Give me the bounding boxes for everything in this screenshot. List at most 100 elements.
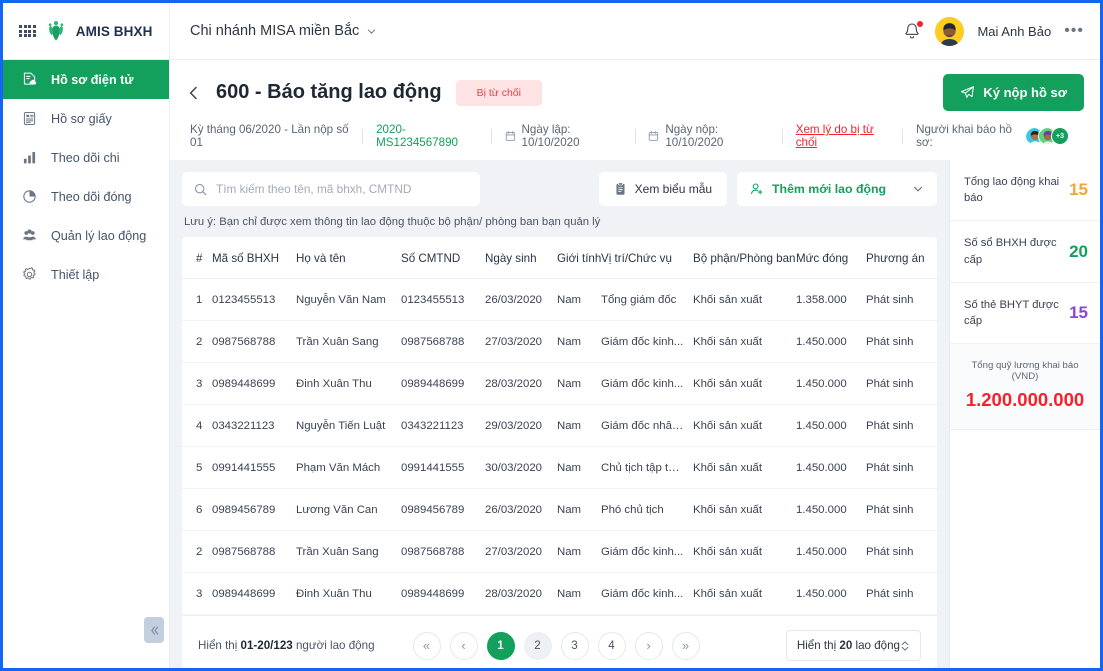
back-arrow-icon[interactable] xyxy=(186,85,202,101)
cell-dob: 26/03/2020 xyxy=(481,488,553,531)
cell-position: Chủ tịch tập toàn xyxy=(597,446,689,489)
title-row: 600 - Báo tăng lao động Bị từ chối Ký nộ… xyxy=(186,74,1084,111)
stat-label: Số thẻ BHYT được cấp xyxy=(964,298,1059,328)
cell-contribution: 1.450.000 xyxy=(792,320,862,363)
meta-row: Kỳ tháng 06/2020 - Lần nộp số 01 2020-MS… xyxy=(186,111,1084,160)
cell-dob: 26/03/2020 xyxy=(481,278,553,321)
table-row[interactable]: 3 0989448699 Đinh Xuân Thu 0989448699 28… xyxy=(182,572,937,615)
page-button-1[interactable]: 1 xyxy=(486,631,515,660)
sidebar-item-theo-doi-dong[interactable]: Theo dõi đóng xyxy=(3,177,169,216)
add-employee-label: Thêm mới lao động xyxy=(772,182,886,196)
gear-icon xyxy=(23,267,36,280)
avatar[interactable] xyxy=(935,16,965,46)
cell-position: Giám đốc nhân ... xyxy=(597,404,689,447)
page-size-select[interactable]: Hiển thị 20 lao động xyxy=(785,630,921,661)
stat-value: 15 xyxy=(1069,303,1088,323)
toolbar: Xem biểu mẫu Thêm mới lao động xyxy=(182,172,937,206)
cell-department: Khối sản xuất xyxy=(689,446,792,489)
cell-contribution: 1.450.000 xyxy=(792,530,862,573)
people-group-icon xyxy=(23,229,36,241)
branch-selector[interactable]: Chi nhánh MISA miền Bắc xyxy=(170,23,902,39)
cell-plan: Phát sinh xyxy=(862,404,937,447)
cell-bhxh: 0989448699 xyxy=(208,362,292,405)
brand-name: AMIS BHXH xyxy=(75,23,153,39)
search-box[interactable] xyxy=(182,172,480,206)
cell-position: Tổng giám đốc xyxy=(597,278,689,321)
cell-cmnd: 0989456789 xyxy=(397,488,481,531)
cell-bhxh: 0989456789 xyxy=(208,488,292,531)
salary-value: 1.200.000.000 xyxy=(965,389,1085,411)
table-row[interactable]: 2 0987568788 Trần Xuân Sang 0987568788 2… xyxy=(182,320,937,363)
sidebar-item-thiet-lap[interactable]: Thiết lập xyxy=(3,255,169,294)
pagination-controls: « ‹ 1 2 3 4 › » xyxy=(412,631,700,660)
search-icon xyxy=(194,183,207,195)
sidebar-item-label: Theo dõi chi xyxy=(51,150,120,165)
page-button-4[interactable]: 4 xyxy=(597,631,626,660)
meta-code-label: 2020-MS1234567890 xyxy=(376,123,458,149)
cell-bhxh: 0123455513 xyxy=(208,278,292,321)
cell-contribution: 1.450.000 xyxy=(792,572,862,615)
application-window: AMIS BHXH Chi nhánh MISA miền Bắc Mai An… xyxy=(0,0,1103,671)
avatar-more-badge[interactable]: +3 xyxy=(1050,127,1069,145)
declarer-avatar-group[interactable]: +3 xyxy=(1024,127,1069,145)
sidebar-collapse-button[interactable] xyxy=(144,617,164,643)
brand-area[interactable]: AMIS BHXH xyxy=(3,3,170,59)
table-row[interactable]: 1 0123455513 Nguyễn Văn Nam 0123455513 2… xyxy=(182,278,937,321)
misa-logo-icon xyxy=(48,21,64,41)
sidebar-item-quan-ly-lao-dong[interactable]: Quản lý lao động xyxy=(3,216,169,255)
app-grid-icon[interactable] xyxy=(19,24,36,38)
sign-submit-button[interactable]: Ký nộp hồ sơ xyxy=(943,74,1084,111)
cell-bhxh: 0989448699 xyxy=(208,572,292,615)
user-more-menu-icon[interactable]: ••• xyxy=(1064,22,1084,40)
top-bar: AMIS BHXH Chi nhánh MISA miền Bắc Mai An… xyxy=(3,3,1100,60)
page-prev-button[interactable]: ‹ xyxy=(449,631,478,660)
cell-dob: 28/03/2020 xyxy=(481,572,553,615)
page-next-button[interactable]: › xyxy=(634,631,663,660)
cell-name: Phạm Văn Mách xyxy=(292,446,397,489)
table-row[interactable]: 3 0989448699 Đinh Xuân Thu 0989448699 28… xyxy=(182,362,937,405)
col-bhxh: Mã số BHXH xyxy=(208,237,292,279)
sidebar-item-label: Theo dõi đóng xyxy=(51,189,132,204)
search-input[interactable] xyxy=(216,182,468,196)
page-button-2[interactable]: 2 xyxy=(523,631,552,660)
page-button-3[interactable]: 3 xyxy=(560,631,589,660)
cell-index: 5 xyxy=(182,446,208,489)
view-template-button[interactable]: Xem biểu mẫu xyxy=(598,172,728,206)
table-row[interactable]: 4 0343221123 Nguyễn Tiến Luật 0343221123… xyxy=(182,404,937,447)
cell-position: Giám đốc kinh... xyxy=(597,320,689,363)
cell-department: Khối sản xuất xyxy=(689,572,792,615)
sidebar-item-ho-so-giay[interactable]: Hồ sơ giấy xyxy=(3,99,169,138)
stat-total-salary: Tổng quỹ lương khai báo (VND) 1.200.000.… xyxy=(950,344,1100,431)
meta-reject-reason[interactable]: Xem lý do bị từ chối xyxy=(783,123,902,149)
meta-declarers: Người khai báo hồ sơ: +3 xyxy=(903,123,1082,149)
page-title: 600 - Báo tăng lao động xyxy=(216,81,442,103)
page-first-button[interactable]: « xyxy=(412,631,441,660)
notification-bell-icon[interactable] xyxy=(902,20,924,42)
table-row[interactable]: 6 0989456789 Lương Văn Can 0989456789 26… xyxy=(182,488,937,531)
stat-value: 20 xyxy=(1069,241,1088,261)
cell-cmnd: 0987568788 xyxy=(397,320,481,363)
cell-cmnd: 0989448699 xyxy=(397,572,481,615)
cell-department: Khối sản xuất xyxy=(689,530,792,573)
view-template-label: Xem biểu mẫu xyxy=(634,182,713,196)
cell-bhxh: 0991441555 xyxy=(208,446,292,489)
cell-gender: Nam xyxy=(553,362,597,405)
page-header: 600 - Báo tăng lao động Bị từ chối Ký nộ… xyxy=(170,60,1100,160)
table-row[interactable]: 2 0987568788 Trần Xuân Sang 0987568788 2… xyxy=(182,530,937,573)
cell-gender: Nam xyxy=(553,320,597,363)
meta-created-date: Ngày lập: 10/10/2020 xyxy=(492,123,635,149)
cell-name: Nguyễn Văn Nam xyxy=(292,278,397,321)
calendar-icon xyxy=(505,131,515,141)
meta-code[interactable]: 2020-MS1234567890 xyxy=(363,123,491,149)
cell-department: Khối sản xuất xyxy=(689,362,792,405)
col-position: Vị trí/Chức vụ xyxy=(597,237,689,279)
sidebar-item-theo-doi-chi[interactable]: Theo dõi chi xyxy=(3,138,169,177)
cell-index: 6 xyxy=(182,488,208,531)
add-employee-button[interactable]: Thêm mới lao động xyxy=(737,172,937,206)
main-area: 600 - Báo tăng lao động Bị từ chối Ký nộ… xyxy=(170,60,1100,668)
cell-plan: Phát sinh xyxy=(862,530,937,573)
page-last-button[interactable]: » xyxy=(671,631,700,660)
stats-filler xyxy=(950,430,1100,668)
sidebar-item-ho-so-dien-tu[interactable]: Hồ sơ điện tử xyxy=(3,60,169,99)
table-row[interactable]: 5 0991441555 Phạm Văn Mách 0991441555 30… xyxy=(182,446,937,489)
